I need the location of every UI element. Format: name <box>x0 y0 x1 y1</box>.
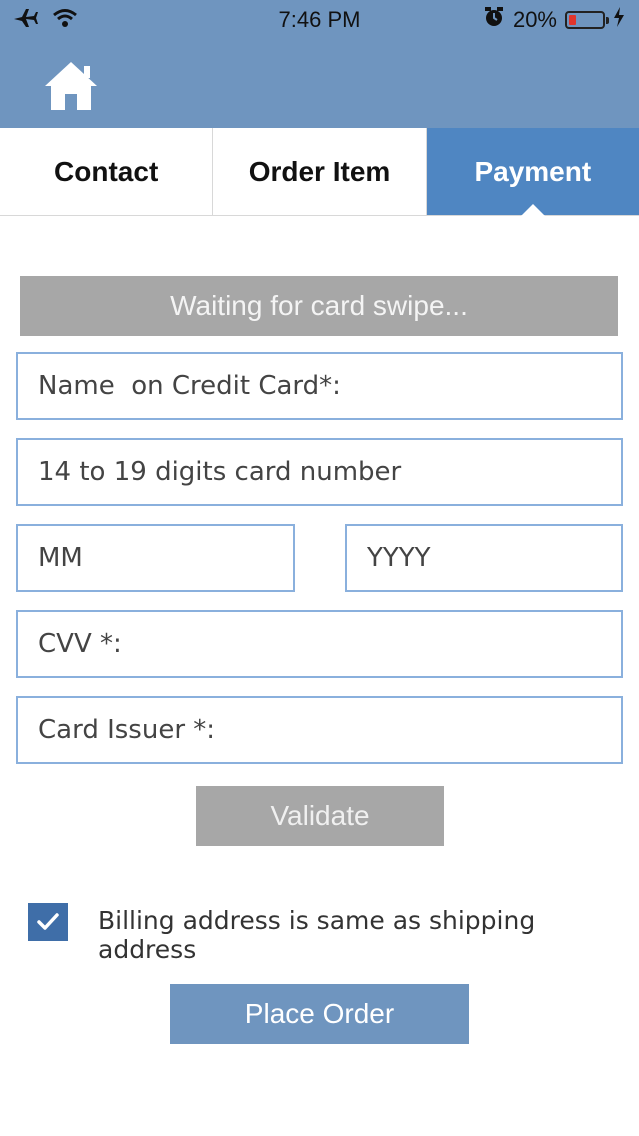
status-right: 20% <box>483 6 625 34</box>
billing-same-label: Billing address is same as shipping addr… <box>98 906 536 964</box>
exp-month-input[interactable] <box>38 526 293 590</box>
cvv-field[interactable] <box>16 610 623 678</box>
tab-contact[interactable]: Contact <box>0 128 214 215</box>
card-swipe-status: Waiting for card swipe... <box>20 276 618 336</box>
home-icon[interactable] <box>42 58 100 114</box>
exp-year-field[interactable] <box>345 524 623 592</box>
card-number-field[interactable] <box>16 438 623 506</box>
exp-year-input[interactable] <box>367 526 621 590</box>
card-issuer-field[interactable] <box>16 696 623 764</box>
battery-icon <box>565 11 609 29</box>
battery-percent: 20% <box>512 7 557 32</box>
card-issuer-input[interactable] <box>38 698 621 762</box>
tab-label: Order Item <box>248 155 391 187</box>
tab-order-item[interactable]: Order Item <box>213 128 427 215</box>
name-on-card-field[interactable] <box>16 352 623 420</box>
checkmark-icon <box>37 913 59 930</box>
tab-bar: Contact Order Item Payment <box>0 128 639 216</box>
tab-payment[interactable]: Payment <box>426 128 639 216</box>
alarm-icon <box>483 6 505 34</box>
validate-button[interactable]: Validate <box>196 786 444 846</box>
charging-icon <box>613 7 625 33</box>
tab-label: Contact <box>54 155 159 187</box>
status-bar: 7:46 PM 20% <box>0 0 639 40</box>
card-number-input[interactable] <box>38 440 621 504</box>
name-on-card-input[interactable] <box>38 354 621 418</box>
billing-same-checkbox[interactable] <box>28 903 68 941</box>
tab-label: Payment <box>474 155 592 187</box>
place-order-button[interactable]: Place Order <box>170 984 469 1044</box>
cvv-input[interactable] <box>38 612 621 676</box>
exp-month-field[interactable] <box>16 524 295 592</box>
nav-bar <box>0 40 639 128</box>
battery-level <box>569 15 577 25</box>
